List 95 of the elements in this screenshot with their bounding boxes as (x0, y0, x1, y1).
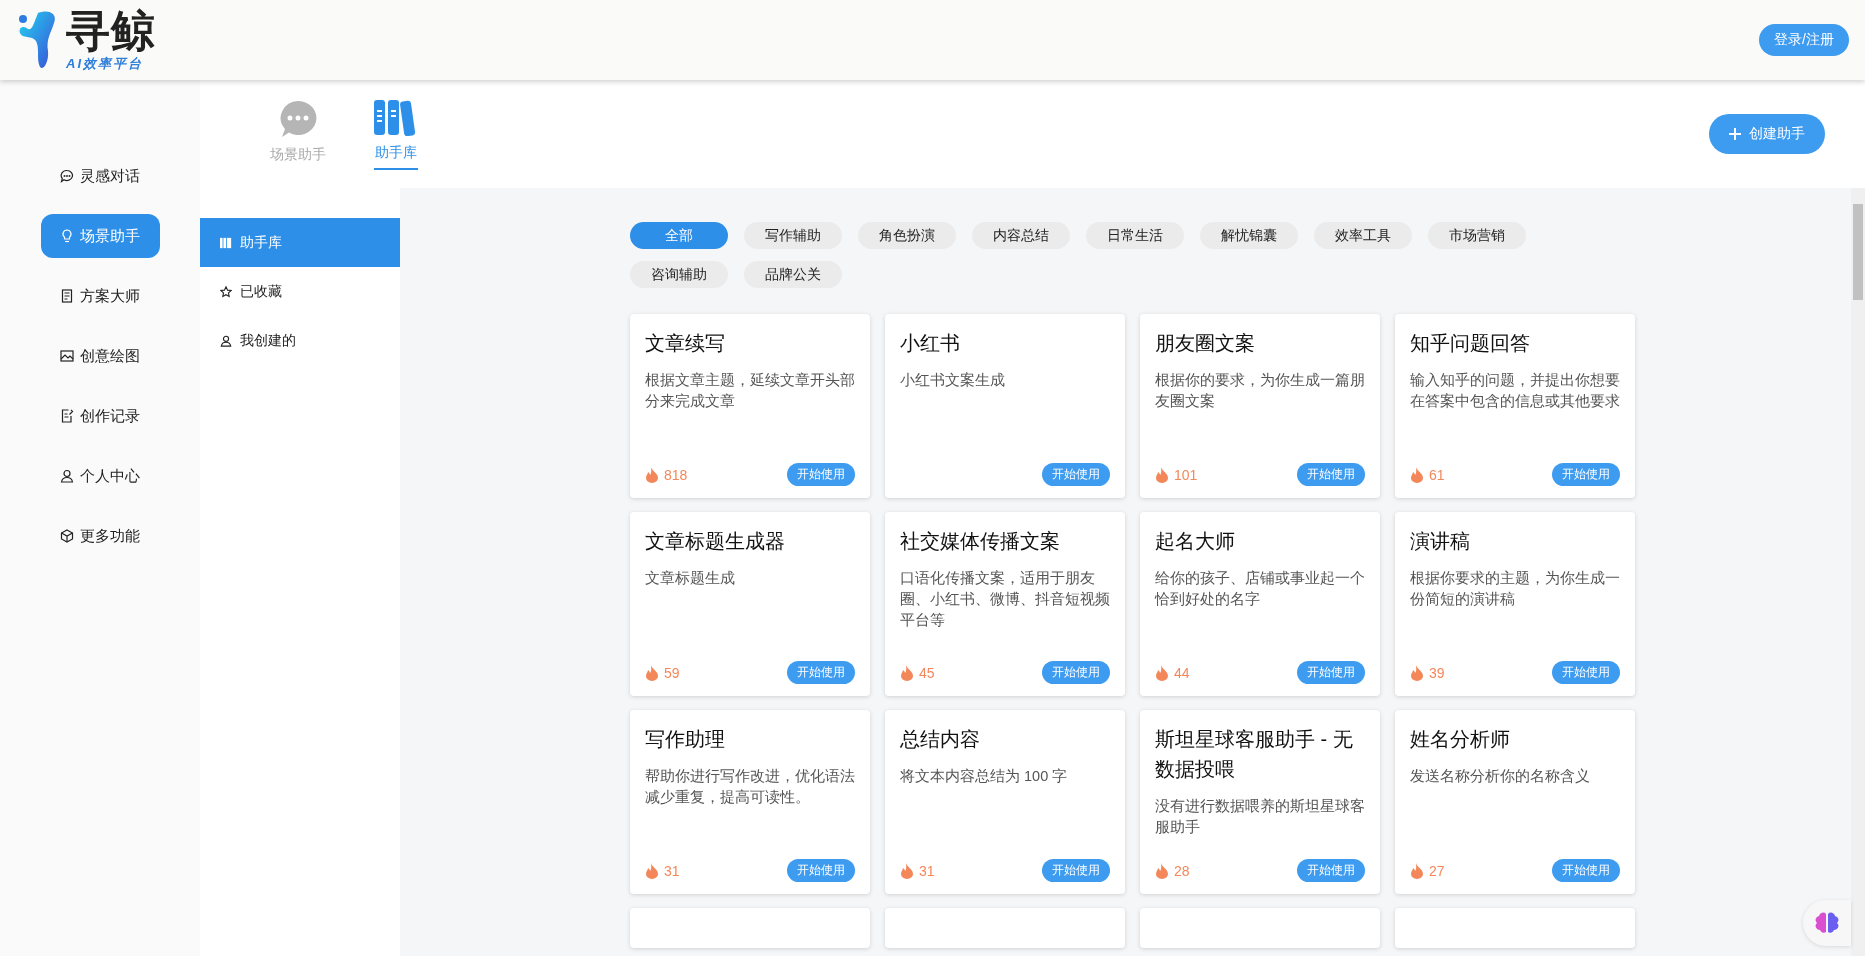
assistant-card[interactable]: 知乎问题回答 输入知乎的问题，并提出你想要在答案中包含的信息或其他要求 61 开始使用 (1395, 314, 1635, 498)
tab[interactable]: 助手库 (374, 100, 418, 170)
nav-item[interactable]: 创意绘图 (40, 334, 160, 378)
star-icon (220, 285, 232, 298)
flame-icon (1410, 664, 1424, 681)
category-chip[interactable]: 内容总结 (972, 222, 1070, 249)
card-description: 发送名称分析你的名称含义 (1410, 767, 1591, 786)
nav-item[interactable]: 方案大师 (40, 274, 160, 318)
category-chip[interactable]: 市场营销 (1428, 222, 1526, 249)
assistant-card[interactable]: 朋友圈文案 根据你的要求，为你生成一篇朋友圈文案 101 开始使用 (1140, 314, 1380, 498)
assistant-card[interactable]: 文章标题生成器 文章标题生成 59 开始使用 (630, 512, 870, 696)
card-description: 给你的孩子、店铺或事业起一个恰到好处的名字 (1155, 569, 1365, 609)
card-description: 根据你要求的主题，为你生成一份简短的演讲稿 (1410, 569, 1620, 609)
card-title: 社交媒体传播文案 (900, 529, 1061, 554)
usage-count: 44 (1174, 664, 1190, 681)
chat-icon (60, 169, 74, 183)
usage-count: 45 (919, 664, 935, 681)
card-description: 帮助你进行写作改进，优化语法减少重复，提高可读性。 (645, 767, 855, 807)
category-chip[interactable]: 咨询辅助 (630, 261, 728, 288)
flame-icon (1155, 466, 1169, 483)
usage-count: 31 (919, 862, 935, 879)
cube-icon (60, 529, 74, 543)
edit-icon (60, 409, 74, 423)
usage-count: 27 (1429, 862, 1445, 879)
card-title: 朋友圈文案 (1155, 331, 1256, 356)
assistant-card[interactable]: 文章续写 根据文章主题，延续文章开头部分来完成文章 818 开始使用 (630, 314, 870, 498)
chat-bubble-icon (279, 100, 317, 138)
card-title: 小红书 (900, 331, 961, 356)
card-description: 口语化传播文案，适用于朋友圈、小红书、微博、抖音短视频平台等 (900, 569, 1110, 630)
logo-title: 寻鲸 (66, 7, 156, 55)
flame-icon (645, 466, 659, 483)
card-title: 文章标题生成器 (645, 529, 786, 554)
lightbulb-icon (60, 229, 74, 243)
image-icon (60, 349, 74, 363)
books-icon (220, 236, 232, 249)
usage-count: 28 (1174, 862, 1190, 879)
assistant-card[interactable]: 写作助理 帮助你进行写作改进，优化语法减少重复，提高可读性。 31 开始使用 (630, 710, 870, 894)
plus-icon (1729, 128, 1741, 140)
user-icon (220, 334, 232, 347)
card-description: 没有进行数据喂养的斯坦星球客服助手 (1155, 797, 1365, 837)
flame-icon (645, 664, 659, 681)
card-title: 文章续写 (645, 331, 726, 356)
usage-count: 818 (664, 466, 688, 483)
flame-icon (1410, 466, 1424, 483)
card-description: 小红书文案生成 (900, 371, 1006, 390)
assistant-card[interactable]: 社交媒体传播文案 口语化传播文案，适用于朋友圈、小红书、微博、抖音短视频平台等 45 开始使用 (885, 512, 1125, 696)
usage-count: 39 (1429, 664, 1445, 681)
assistant-card[interactable]: 总结内容 将文本内容总结为 100 字 31 开始使用 (885, 710, 1125, 894)
assistant-card[interactable]: 小红书 小红书文案生成 开始使用 (885, 314, 1125, 498)
card-title: 写作助理 (645, 727, 726, 752)
scrollbar[interactable] (1851, 188, 1865, 956)
nav-item[interactable]: 更多功能 (40, 514, 160, 558)
usage-count: 31 (664, 862, 680, 879)
books-icon (374, 100, 418, 136)
card-description: 根据文章主题，延续文章开头部分来完成文章 (645, 371, 855, 411)
category-chip[interactable]: 日常生活 (1086, 222, 1184, 249)
category-chip[interactable]: 解忧锦囊 (1200, 222, 1298, 249)
nav-item[interactable]: 个人中心 (40, 454, 160, 498)
card-title: 演讲稿 (1410, 529, 1471, 554)
card-title: 起名大师 (1155, 529, 1236, 554)
category-chip[interactable]: 品牌公关 (744, 261, 842, 288)
flame-icon (1155, 862, 1169, 879)
usage-count: 101 (1174, 466, 1198, 483)
brain-icon (1815, 912, 1839, 934)
card-description: 将文本内容总结为 100 字 (900, 767, 1069, 786)
usage-count: 59 (664, 664, 680, 681)
assistant-card[interactable]: 姓名分析师 发送名称分析你的名称含义 27 开始使用 (1395, 710, 1635, 894)
flame-icon (900, 664, 914, 681)
flame-icon (900, 862, 914, 879)
document-icon (60, 289, 74, 303)
assistant-float-button[interactable] (1803, 900, 1851, 946)
nav-item[interactable]: 创作记录 (40, 394, 160, 438)
card-title: 姓名分析师 (1410, 727, 1511, 752)
category-chip[interactable]: 写作辅助 (744, 222, 842, 249)
user-icon (60, 469, 74, 483)
assistant-card[interactable]: 起名大师 给你的孩子、店铺或事业起一个恰到好处的名字 44 开始使用 (1140, 512, 1380, 696)
flame-icon (1155, 664, 1169, 681)
card-title: 总结内容 (900, 727, 981, 752)
flame-icon (1410, 862, 1424, 879)
assistant-card[interactable]: 演讲稿 根据你要求的主题，为你生成一份简短的演讲稿 39 开始使用 (1395, 512, 1635, 696)
flame-icon (645, 862, 659, 879)
logo-icon (18, 9, 58, 71)
usage-count: 61 (1429, 466, 1445, 483)
assistant-card[interactable]: 斯坦星球客服助手 - 无数据投喂 没有进行数据喂养的斯坦星球客服助手 28 开始使用 (1140, 710, 1380, 894)
logo-subtitle: AI效率平台 (66, 55, 144, 73)
submenu-item[interactable]: 我创建的 (200, 316, 400, 365)
card-description: 输入知乎的问题，并提出你想要在答案中包含的信息或其他要求 (1410, 371, 1620, 411)
card-description: 根据你的要求，为你生成一篇朋友圈文案 (1155, 371, 1365, 411)
card-description: 文章标题生成 (645, 569, 736, 588)
category-chip[interactable]: 效率工具 (1314, 222, 1412, 249)
card-title: 知乎问题回答 (1410, 331, 1531, 356)
nav-item[interactable]: 灵感对话 (40, 154, 160, 198)
submenu-item[interactable]: 已收藏 (200, 267, 400, 316)
card-title: 斯坦星球客服助手 - 无数据投喂 (1155, 727, 1354, 782)
category-chip[interactable]: 角色扮演 (858, 222, 956, 249)
